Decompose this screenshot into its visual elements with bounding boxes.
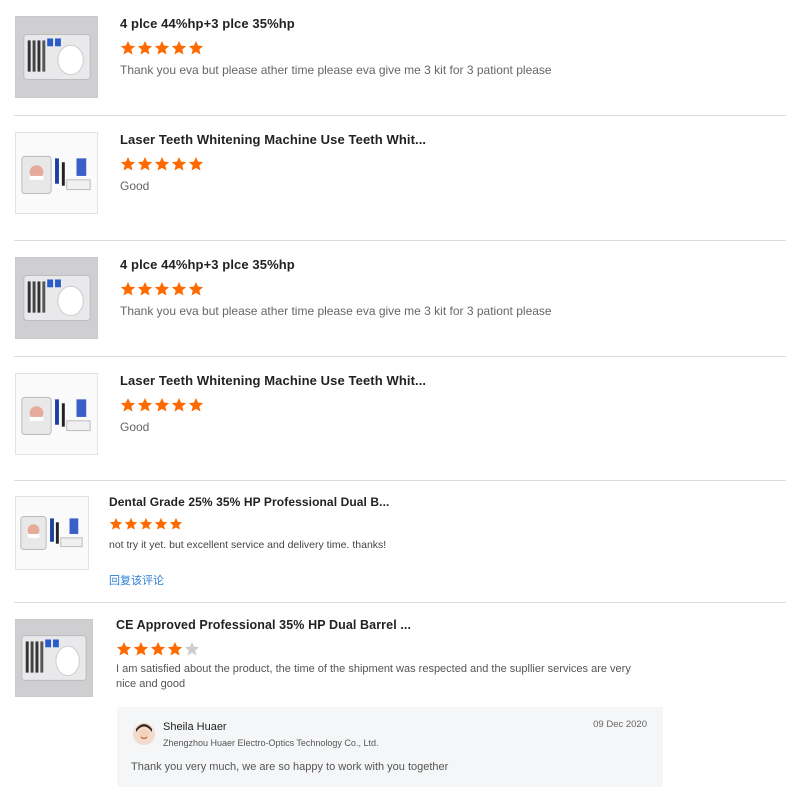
star-icon (120, 40, 136, 55)
star-icon (154, 40, 170, 55)
star-icon (137, 281, 153, 296)
whitening-kit-pack-image (20, 515, 83, 551)
star-icon (124, 517, 138, 530)
star-icon (154, 281, 170, 296)
star-icon (154, 517, 168, 530)
product-thumbnail[interactable] (15, 16, 98, 98)
star-icon (109, 517, 123, 530)
star-icon (137, 156, 153, 171)
star-icon (133, 641, 149, 656)
divider (14, 356, 786, 357)
rating-stars (120, 40, 204, 56)
star-icon (184, 641, 200, 656)
teeth-kit-tray-image (23, 34, 91, 80)
product-thumbnail[interactable] (15, 619, 93, 697)
review-text: Thank you eva but please ather time plea… (120, 304, 552, 318)
product-thumbnail[interactable] (15, 496, 89, 570)
rating-stars (120, 397, 204, 413)
star-icon (120, 397, 136, 412)
star-icon (150, 641, 166, 656)
star-icon (167, 641, 183, 656)
teeth-kit-tray-image (23, 275, 91, 321)
divider (14, 602, 786, 603)
star-icon (171, 281, 187, 296)
review-product-title[interactable]: Laser Teeth Whitening Machine Use Teeth … (120, 373, 426, 388)
rating-stars (109, 517, 183, 533)
review-text: Good (120, 420, 150, 434)
star-icon (188, 40, 204, 55)
avatar (133, 723, 155, 745)
review-product-title[interactable]: CE Approved Professional 35% HP Dual Bar… (116, 618, 411, 632)
star-icon (139, 517, 153, 530)
star-icon (188, 281, 204, 296)
star-icon (171, 40, 187, 55)
rating-stars (120, 156, 204, 172)
rating-stars (116, 641, 200, 657)
review-text-line-2: nice and good (116, 678, 186, 690)
teeth-kit-tray-image (21, 635, 87, 681)
star-icon (137, 40, 153, 55)
star-icon (171, 156, 187, 171)
review-product-title[interactable]: Laser Teeth Whitening Machine Use Teeth … (120, 132, 426, 147)
review-text-line-1: I am satisfied about the product, the ti… (116, 663, 631, 675)
product-thumbnail[interactable] (15, 257, 98, 339)
product-thumbnail[interactable] (15, 132, 98, 214)
star-icon (154, 156, 170, 171)
reply-to-review-link[interactable]: 回复该评论 (109, 572, 164, 588)
star-icon (137, 397, 153, 412)
reply-author-name: Sheila Huaer (163, 721, 227, 733)
star-icon (120, 156, 136, 171)
review-product-title[interactable]: 4 plce 44%hp+3 plce 35%hp (120, 16, 295, 31)
review-product-title[interactable]: Dental Grade 25% 35% HP Professional Dua… (109, 495, 389, 509)
star-icon (120, 281, 136, 296)
review-text: Thank you eva but please ather time plea… (120, 63, 552, 77)
review-text: Good (120, 179, 150, 193)
reply-text: Thank you very much, we are so happy to … (131, 761, 449, 773)
divider (14, 115, 786, 116)
rating-stars (120, 281, 204, 297)
whitening-kit-pack-image (21, 396, 91, 435)
whitening-kit-pack-image (21, 155, 91, 194)
seller-reply: Sheila Huaer Zhengzhou Huaer Electro-Opt… (117, 707, 663, 787)
star-icon (116, 641, 132, 656)
divider (14, 480, 786, 481)
star-icon (154, 397, 170, 412)
reply-author-company: Zhengzhou Huaer Electro-Optics Technolog… (163, 738, 379, 748)
product-thumbnail[interactable] (15, 373, 98, 455)
star-icon (169, 517, 183, 530)
review-text: not try it yet. but excellent service an… (109, 539, 387, 551)
star-icon (188, 397, 204, 412)
star-icon (171, 397, 187, 412)
review-product-title[interactable]: 4 plce 44%hp+3 plce 35%hp (120, 257, 295, 272)
reply-date: 09 Dec 2020 (593, 719, 647, 730)
star-icon (188, 156, 204, 171)
divider (14, 240, 786, 241)
